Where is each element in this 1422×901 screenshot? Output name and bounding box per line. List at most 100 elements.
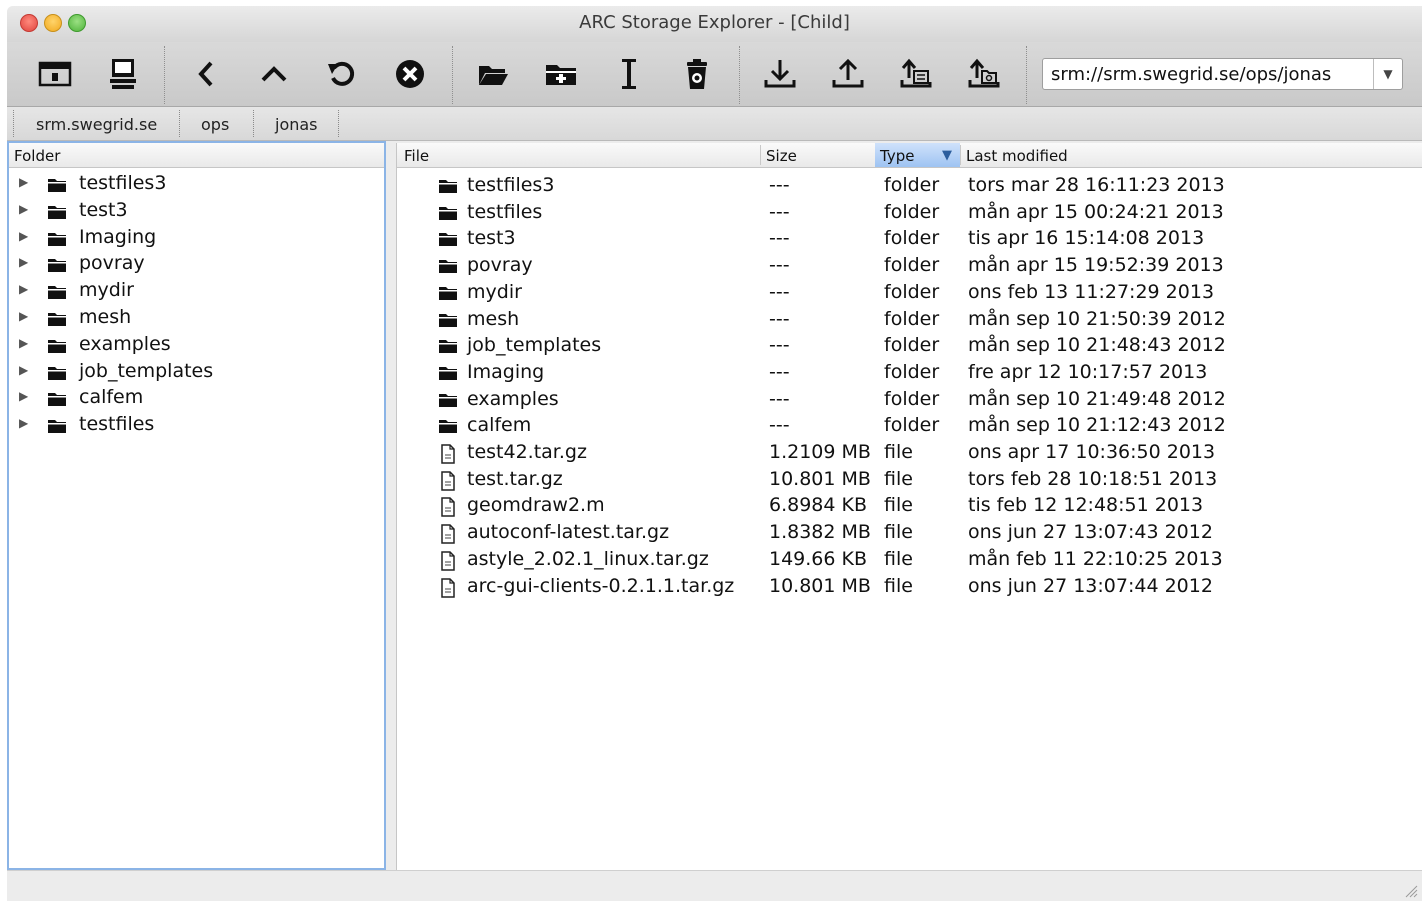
breadcrumb-separator — [179, 110, 180, 137]
file-modified-cell: ons apr 17 10:36:50 2013 — [968, 441, 1216, 463]
column-header-last-modified[interactable]: Last modified — [961, 143, 1421, 167]
toolbar-separator — [452, 46, 453, 104]
table-row[interactable]: autoconf-latest.tar.gz 1.8382 MB file ons j… — [397, 520, 1422, 546]
folder-icon — [47, 176, 67, 192]
file-size-cell: --- — [769, 227, 790, 250]
url-combobox[interactable]: ▼ — [1042, 58, 1403, 90]
toolbar: ▼ — [7, 42, 1422, 107]
disclosure-triangle-icon[interactable]: ▶ — [19, 229, 28, 243]
stop-icon — [396, 60, 424, 88]
table-row[interactable]: povray --- folder mån apr 15 19:52:39 2013 — [397, 253, 1422, 279]
tree-item[interactable]: ▶ testfiles — [9, 412, 384, 438]
chevron-down-icon: ▼ — [1383, 67, 1393, 81]
breadcrumb-item-ops[interactable]: ops — [201, 107, 229, 140]
table-row[interactable]: testfiles --- folder mån apr 15 00:24:21 20… — [397, 200, 1422, 226]
file-modified-cell: mån sep 10 21:48:43 2012 — [968, 334, 1226, 357]
table-row[interactable]: test42.tar.gz 1.2109 MB file ons apr 17 10:… — [397, 440, 1422, 466]
url-dropdown-button[interactable]: ▼ — [1373, 59, 1402, 89]
column-header-size[interactable]: Size — [761, 143, 875, 167]
table-row[interactable]: astyle_2.02.1_linux.tar.gz 149.66 KB file m… — [397, 547, 1422, 573]
breadcrumb-item-host[interactable]: srm.swegrid.se — [36, 107, 157, 140]
file-name-cell: test3 — [467, 227, 516, 250]
panel-splitter[interactable] — [387, 141, 396, 870]
table-row[interactable]: examples --- folder mån sep 10 21:49:48 201… — [397, 387, 1422, 413]
tree-item-label: Imaging — [79, 225, 157, 248]
tree-item[interactable]: ▶ mesh — [9, 305, 384, 331]
refresh-button[interactable] — [322, 54, 362, 94]
upload-button[interactable] — [828, 54, 868, 94]
up-icon — [261, 66, 287, 82]
server-button[interactable] — [103, 54, 143, 94]
tree-item[interactable]: ▶ Imaging — [9, 225, 384, 251]
tree-item[interactable]: ▶ testfiles3 — [9, 171, 384, 197]
table-row[interactable]: arc-gui-clients-0.2.1.1.tar.gz 10.801 MB f… — [397, 574, 1422, 600]
file-modified-cell: mån apr 15 00:24:21 2013 — [968, 200, 1224, 223]
folder-tree[interactable]: Folder ▶ testfiles3 ▶ test3 ▶ Imaging ▶ povray ▶… — [7, 141, 386, 870]
file-size-cell: --- — [769, 307, 790, 330]
folder-icon — [438, 257, 458, 279]
tree-item[interactable]: ▶ povray — [9, 251, 384, 277]
tree-item-label: job_templates — [79, 359, 214, 382]
file-type-cell: file — [884, 441, 913, 463]
resize-grip-icon[interactable] — [1404, 884, 1418, 898]
folder-icon — [438, 177, 458, 199]
disclosure-triangle-icon[interactable]: ▶ — [19, 175, 28, 189]
delete-button[interactable] — [677, 54, 717, 94]
file-list-header: File Size Type ▼ Last modified — [397, 143, 1422, 168]
table-row[interactable]: geomdraw2.m 6.8984 KB file tis feb 12 12:48… — [397, 493, 1422, 519]
breadcrumb-item-jonas[interactable]: jonas — [275, 107, 318, 140]
upload-directory-button[interactable] — [964, 54, 1004, 94]
rename-button[interactable] — [609, 54, 649, 94]
tree-item[interactable]: ▶ job_templates — [9, 359, 384, 385]
new-folder-button[interactable] — [541, 54, 581, 94]
file-name-cell: arc-gui-clients-0.2.1.1.tar.gz — [467, 574, 735, 597]
upload-directory-icon — [968, 58, 1000, 88]
table-row[interactable]: testfiles3 --- folder tors mar 28 16:11:23 … — [397, 173, 1422, 199]
disclosure-triangle-icon[interactable]: ▶ — [19, 282, 28, 296]
column-header-file[interactable]: File — [399, 143, 759, 167]
table-row[interactable]: mydir --- folder ons feb 13 11:27:29 2013 — [397, 280, 1422, 306]
server-icon — [110, 59, 136, 89]
table-row[interactable]: Imaging --- folder fre apr 12 10:17:57 2013 — [397, 360, 1422, 386]
tree-item[interactable]: ▶ examples — [9, 332, 384, 358]
disclosure-triangle-icon[interactable]: ▶ — [19, 336, 28, 350]
tree-item[interactable]: ▶ test3 — [9, 198, 384, 224]
file-type-cell: file — [884, 467, 913, 490]
document-icon — [440, 470, 456, 496]
disclosure-triangle-icon[interactable]: ▶ — [19, 389, 28, 403]
title-bar[interactable]: ARC Storage Explorer - [Child] — [7, 6, 1422, 42]
table-row[interactable]: test3 --- folder tis apr 16 15:14:08 2013 — [397, 226, 1422, 252]
table-row[interactable]: mesh --- folder mån sep 10 21:50:39 2012 — [397, 307, 1422, 333]
tree-item[interactable]: ▶ calfem — [9, 385, 384, 411]
stop-button[interactable] — [390, 54, 430, 94]
table-row[interactable]: calfem --- folder mån sep 10 21:12:43 2012 — [397, 413, 1422, 439]
tree-header-folder[interactable]: Folder — [9, 143, 384, 167]
back-button[interactable] — [186, 54, 226, 94]
breadcrumb-separator — [338, 110, 339, 137]
folder-icon — [47, 283, 67, 300]
up-button[interactable] — [254, 54, 294, 94]
new-window-button[interactable] — [35, 54, 75, 94]
url-input[interactable] — [1043, 59, 1373, 89]
column-header-type[interactable]: Type ▼ — [875, 143, 960, 167]
table-row[interactable]: test.tar.gz 10.801 MB file tors feb 28 10:1… — [397, 467, 1422, 493]
table-row[interactable]: job_templates --- folder mån sep 10 21:48:4… — [397, 333, 1422, 359]
document-icon — [440, 577, 456, 603]
file-type-cell: folder — [884, 307, 940, 330]
disclosure-triangle-icon[interactable]: ▶ — [19, 255, 28, 269]
new-folder-icon — [546, 65, 576, 85]
disclosure-triangle-icon[interactable]: ▶ — [19, 309, 28, 323]
file-name-cell: test42.tar.gz — [467, 441, 587, 463]
open-folder-button[interactable] — [473, 54, 513, 94]
download-button[interactable] — [760, 54, 800, 94]
file-modified-cell: tors mar 28 16:11:23 2013 — [968, 174, 1225, 196]
disclosure-triangle-icon[interactable]: ▶ — [19, 202, 28, 216]
disclosure-triangle-icon[interactable]: ▶ — [19, 416, 28, 430]
folder-icon — [438, 391, 458, 413]
upload-file-button[interactable] — [896, 54, 936, 94]
file-type-cell: folder — [884, 360, 940, 383]
tree-item[interactable]: ▶ mydir — [9, 278, 384, 304]
file-modified-cell: mån sep 10 21:12:43 2012 — [968, 414, 1226, 437]
file-list[interactable]: File Size Type ▼ Last modified testfiles… — [396, 143, 1422, 870]
disclosure-triangle-icon[interactable]: ▶ — [19, 363, 28, 377]
